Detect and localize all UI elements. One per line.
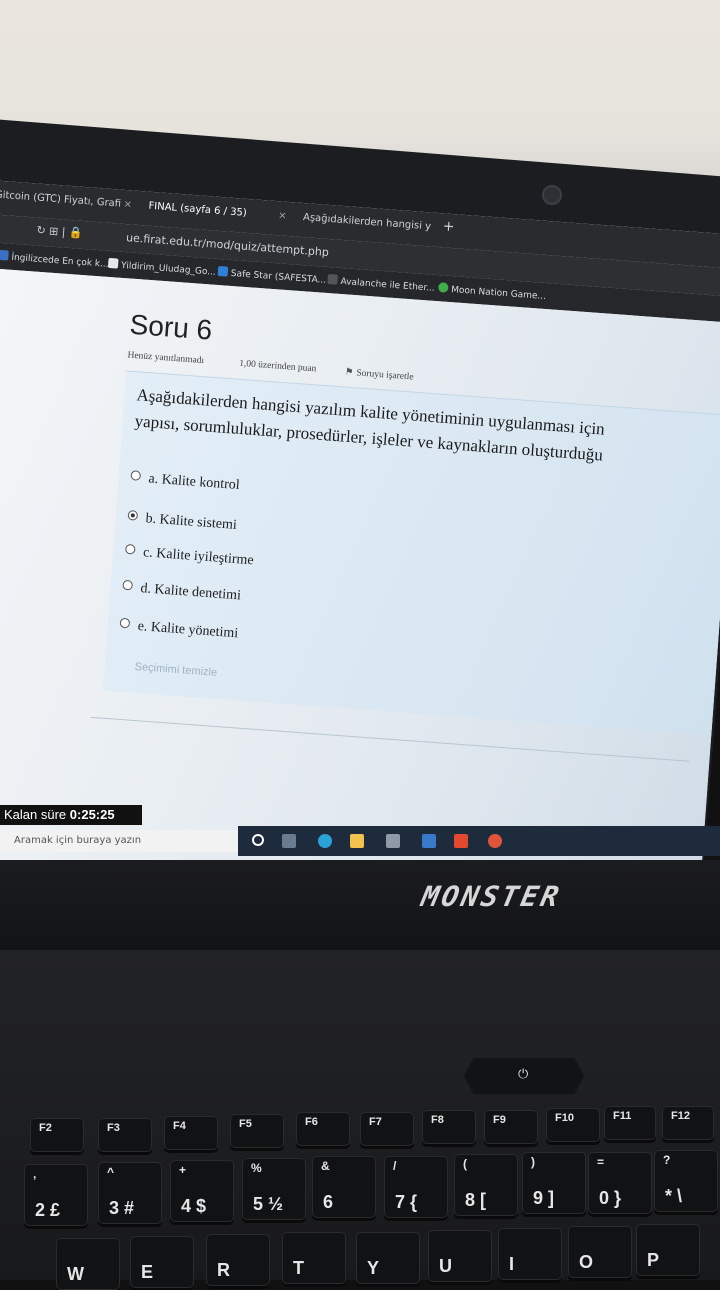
file-icon [107, 257, 119, 269]
key-o[interactable]: O [568, 1226, 632, 1278]
store-icon[interactable] [386, 834, 400, 848]
key-2[interactable]: ,2 £ [24, 1164, 88, 1226]
option-c[interactable]: c. Kalite iyileştirme [124, 543, 254, 569]
flag-question-link[interactable]: ⚑ Soruyu işaretle [344, 367, 413, 383]
bookmark-icon [217, 265, 229, 277]
flag-icon: ⚑ [344, 367, 354, 379]
key-6[interactable]: & 6 [312, 1156, 376, 1218]
key-f5[interactable]: F5 [230, 1114, 284, 1148]
webcam-icon [542, 185, 562, 205]
bookmark-item[interactable]: İngilizcede En çok k... [0, 249, 109, 270]
bookmark-item[interactable]: Yildirim_Uludag_Go... [107, 257, 217, 278]
tab-final-quiz[interactable]: FINAL (sayfa 6 / 35) [148, 201, 247, 219]
key-f6[interactable]: F6 [296, 1112, 350, 1146]
brand-logo: MONSTER [418, 880, 565, 913]
new-tab-button[interactable]: + [442, 218, 455, 235]
windows-taskbar [238, 826, 720, 856]
opera-icon[interactable] [488, 834, 502, 848]
reload-icon[interactable]: ↻ ⊞ | 🔒 [36, 224, 83, 240]
key-e[interactable]: E [130, 1236, 194, 1288]
key-7[interactable]: /7 { [384, 1156, 448, 1218]
radio-button[interactable] [130, 470, 142, 481]
points-info: 1,00 üzerinden puan [238, 358, 317, 375]
laptop-hinge [0, 860, 720, 950]
task-view-icon[interactable] [282, 834, 296, 848]
bookmark-item[interactable]: Safe Star (SAFESTA... [217, 265, 327, 286]
key-r[interactable]: R [206, 1234, 270, 1286]
key-9[interactable]: ) 9 ] [522, 1152, 586, 1214]
key-f12[interactable]: F12 [662, 1106, 714, 1140]
power-icon[interactable]: ⏻ [518, 1067, 528, 1082]
answer-status: Henüz yanıtlanmadı [127, 350, 205, 367]
option-d[interactable]: d. Kalite denetimi [122, 579, 241, 605]
edge-icon[interactable] [318, 834, 332, 848]
file-explorer-icon[interactable] [350, 834, 364, 848]
key-t[interactable]: T [282, 1232, 346, 1284]
tab-question-search[interactable]: Aşağıdakilerden hangisi y [303, 212, 432, 232]
radio-button[interactable] [124, 543, 136, 555]
tab-gitcoin[interactable]: Gitcoin (GTC) Fiyatı, Grafi [0, 189, 121, 209]
key-f9[interactable]: F9 [484, 1110, 538, 1144]
page-title: Soru 6 [128, 308, 214, 346]
key-8[interactable]: (8 [ [454, 1154, 518, 1216]
key-0[interactable]: = 0 } [588, 1152, 652, 1214]
cortana-icon[interactable] [252, 834, 264, 846]
close-icon[interactable]: × [278, 210, 287, 222]
bookmark-item[interactable]: Avalanche ile Ether... [327, 274, 435, 294]
key-f8[interactable]: F8 [422, 1110, 476, 1144]
question-text: Aşağıdakilerden hangisi yazılım kalite y… [134, 382, 720, 481]
mail-icon[interactable] [422, 834, 436, 848]
key-asterisk[interactable]: ? * \ [654, 1150, 718, 1212]
key-4[interactable]: +4 $ [170, 1160, 234, 1222]
timer-badge: Kalan süre 0:25:25 [0, 805, 142, 825]
key-w[interactable]: W [56, 1238, 120, 1290]
key-f10[interactable]: F10 [546, 1108, 600, 1142]
key-p[interactable]: P [636, 1224, 700, 1276]
question-box: Aşağıdakilerden hangisi yazılım kalite y… [102, 370, 720, 738]
radio-button[interactable] [119, 617, 131, 629]
key-i[interactable]: I [498, 1228, 562, 1280]
option-b[interactable]: b. Kalite sistemi [127, 510, 237, 534]
clear-choice-link[interactable]: Seçimimi temizle [134, 661, 217, 679]
key-f2[interactable]: F2 [30, 1118, 84, 1152]
bookmark-icon [437, 282, 449, 293]
option-e[interactable]: e. Kalite yönetimi [119, 617, 239, 643]
bookmark-item[interactable]: Moon Nation Game... [437, 282, 547, 302]
key-u[interactable]: U [428, 1230, 492, 1282]
bookmark-icon [0, 249, 9, 261]
radio-button[interactable] [122, 579, 134, 591]
office-icon[interactable] [454, 834, 468, 848]
taskbar-search-input[interactable]: Aramak için buraya yazın [0, 830, 252, 852]
key-5[interactable]: % 5 ½ [242, 1158, 306, 1220]
radio-button-selected[interactable] [127, 510, 139, 521]
key-f4[interactable]: F4 [164, 1116, 218, 1150]
close-icon[interactable]: × [123, 199, 132, 211]
bookmark-icon [327, 274, 338, 285]
key-f7[interactable]: F7 [360, 1112, 414, 1146]
key-f11[interactable]: F11 [604, 1106, 656, 1140]
key-f3[interactable]: F3 [98, 1118, 152, 1152]
key-y[interactable]: Y [356, 1232, 420, 1284]
key-3[interactable]: ^ 3 # [98, 1162, 162, 1224]
option-a[interactable]: a. Kalite kontrol [130, 470, 240, 494]
